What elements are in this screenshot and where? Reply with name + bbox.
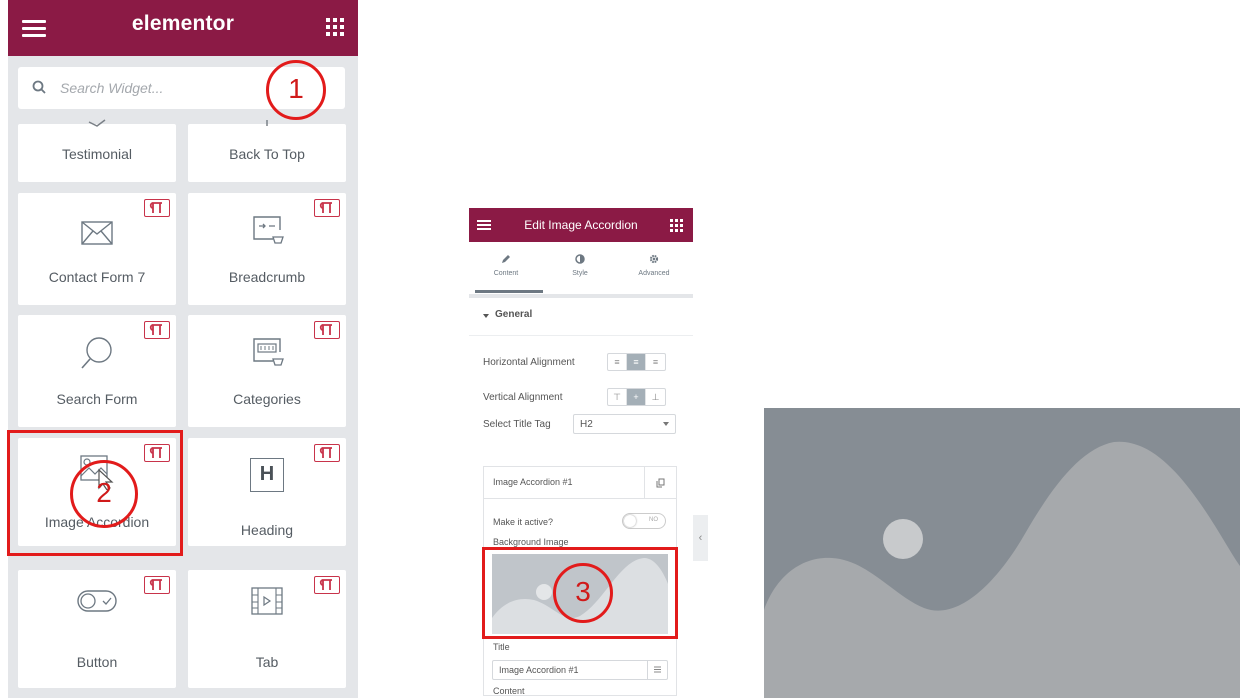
widget-label: Tab [255, 654, 279, 670]
heading-icon: H [250, 458, 284, 492]
repeater-item-header[interactable]: Image Accordion #1 [484, 467, 676, 499]
tab-label: Advanced [638, 270, 670, 277]
title-tag-select[interactable]: H2 [573, 414, 676, 434]
categories-icon [253, 338, 284, 366]
testimonial-icon [88, 119, 106, 127]
edit-panel-title: Edit Image Accordion [524, 218, 638, 232]
title-input[interactable]: Image Accordion #1 [492, 660, 668, 680]
widget-label: Back To Top [229, 146, 305, 162]
widget-heading[interactable]: H Heading [188, 438, 346, 546]
make-active-toggle[interactable]: NO [622, 513, 666, 529]
tab-advanced[interactable]: Advanced [617, 242, 691, 294]
align-top-icon[interactable]: ⊤ [608, 389, 627, 405]
align-left-icon[interactable]: ≡ [608, 354, 627, 370]
search-form-icon [81, 337, 112, 369]
panel-header: elementor [8, 0, 358, 56]
align-bottom-icon[interactable]: ⊥ [646, 389, 665, 405]
annotation-number: 3 [575, 576, 591, 607]
half-circle-icon [575, 254, 585, 264]
pro-badge-icon [314, 444, 340, 462]
collapse-panel-button[interactable]: ‹ [693, 515, 708, 561]
widget-tab[interactable]: Tab [188, 570, 346, 688]
tab-label: Style [572, 270, 588, 277]
apps-grid-icon[interactable] [670, 219, 683, 232]
title-label: Title [493, 642, 510, 652]
background-image-label: Background Image [493, 537, 569, 547]
edit-panel-header: Edit Image Accordion [469, 208, 693, 242]
widget-label: Contact Form 7 [48, 269, 146, 285]
widget-label: Breadcrumb [228, 269, 306, 285]
widget-label: Search Form [56, 391, 138, 407]
toggle-state-label: NO [649, 517, 658, 523]
tab-content[interactable]: Content [469, 242, 543, 294]
annotation-number: 1 [288, 73, 304, 104]
gear-icon [649, 254, 659, 264]
repeater-item-title: Image Accordion #1 [493, 477, 573, 487]
annotation-number: 2 [96, 477, 112, 508]
widget-testimonial[interactable]: Testimonial [18, 119, 176, 182]
tab-icon [251, 587, 283, 615]
vertical-alignment-control: ⊤ + ⊥ [607, 388, 666, 406]
pro-badge-icon [314, 199, 340, 217]
search-icon [32, 80, 46, 94]
pro-badge-icon [144, 321, 170, 339]
align-center-icon[interactable]: ≡ [627, 354, 646, 370]
annotation-circle-3: 3 [553, 563, 613, 623]
tab-style[interactable]: Style [543, 242, 617, 294]
widget-label: Heading [240, 522, 294, 538]
section-general[interactable]: General [469, 298, 693, 336]
widget-search-form[interactable]: Search Form [18, 315, 176, 427]
dynamic-tags-icon[interactable] [647, 661, 667, 679]
align-middle-icon[interactable]: + [627, 389, 646, 405]
pro-badge-icon [144, 576, 170, 594]
image-accordion-preview[interactable] [764, 408, 1240, 698]
pro-badge-icon [314, 321, 340, 339]
active-tab-indicator [475, 290, 543, 293]
caret-down-icon [483, 314, 489, 318]
envelope-icon [81, 221, 113, 245]
duplicate-icon[interactable] [644, 467, 676, 499]
horizontal-alignment-label: Horizontal Alignment [483, 357, 575, 368]
widget-back-to-top[interactable]: Back To Top [188, 120, 346, 182]
breadcrumb-icon [253, 216, 284, 244]
pro-badge-icon [144, 199, 170, 217]
make-active-label: Make it active? [493, 517, 554, 527]
tab-label: Content [493, 270, 519, 277]
title-tag-value: H2 [580, 419, 593, 430]
content-label: Content [493, 686, 525, 696]
brand-title: elementor [131, 12, 235, 35]
chevron-down-icon [663, 422, 669, 426]
apps-grid-icon[interactable] [326, 18, 344, 36]
title-input-value: Image Accordion #1 [499, 665, 579, 675]
pro-badge-icon [314, 576, 340, 594]
widget-button[interactable]: Button [18, 570, 176, 688]
pencil-icon [502, 255, 510, 263]
image-placeholder-icon [764, 408, 1240, 698]
toggle-button-icon [77, 590, 117, 612]
widget-breadcrumb[interactable]: Breadcrumb [188, 193, 346, 305]
align-right-icon[interactable]: ≡ [646, 354, 665, 370]
annotation-circle-2: 2 [70, 460, 138, 528]
widget-label: Categories [233, 391, 301, 407]
widget-categories[interactable]: Categories [188, 315, 346, 427]
section-title: General [495, 309, 533, 320]
annotation-circle-1: 1 [266, 60, 326, 120]
widget-contact-form-7[interactable]: Contact Form 7 [18, 193, 176, 305]
edit-panel-tabs: Content Style Advanced [469, 242, 693, 294]
back-to-top-icon [266, 120, 268, 126]
search-widget-input[interactable] [58, 77, 258, 99]
widget-label: Testimonial [61, 146, 133, 162]
toggle-knob [624, 515, 636, 527]
widget-label: Button [76, 654, 118, 670]
vertical-alignment-label: Vertical Alignment [483, 392, 563, 403]
horizontal-alignment-control: ≡ ≡ ≡ [607, 353, 666, 371]
select-title-tag-label: Select Title Tag [483, 419, 551, 430]
